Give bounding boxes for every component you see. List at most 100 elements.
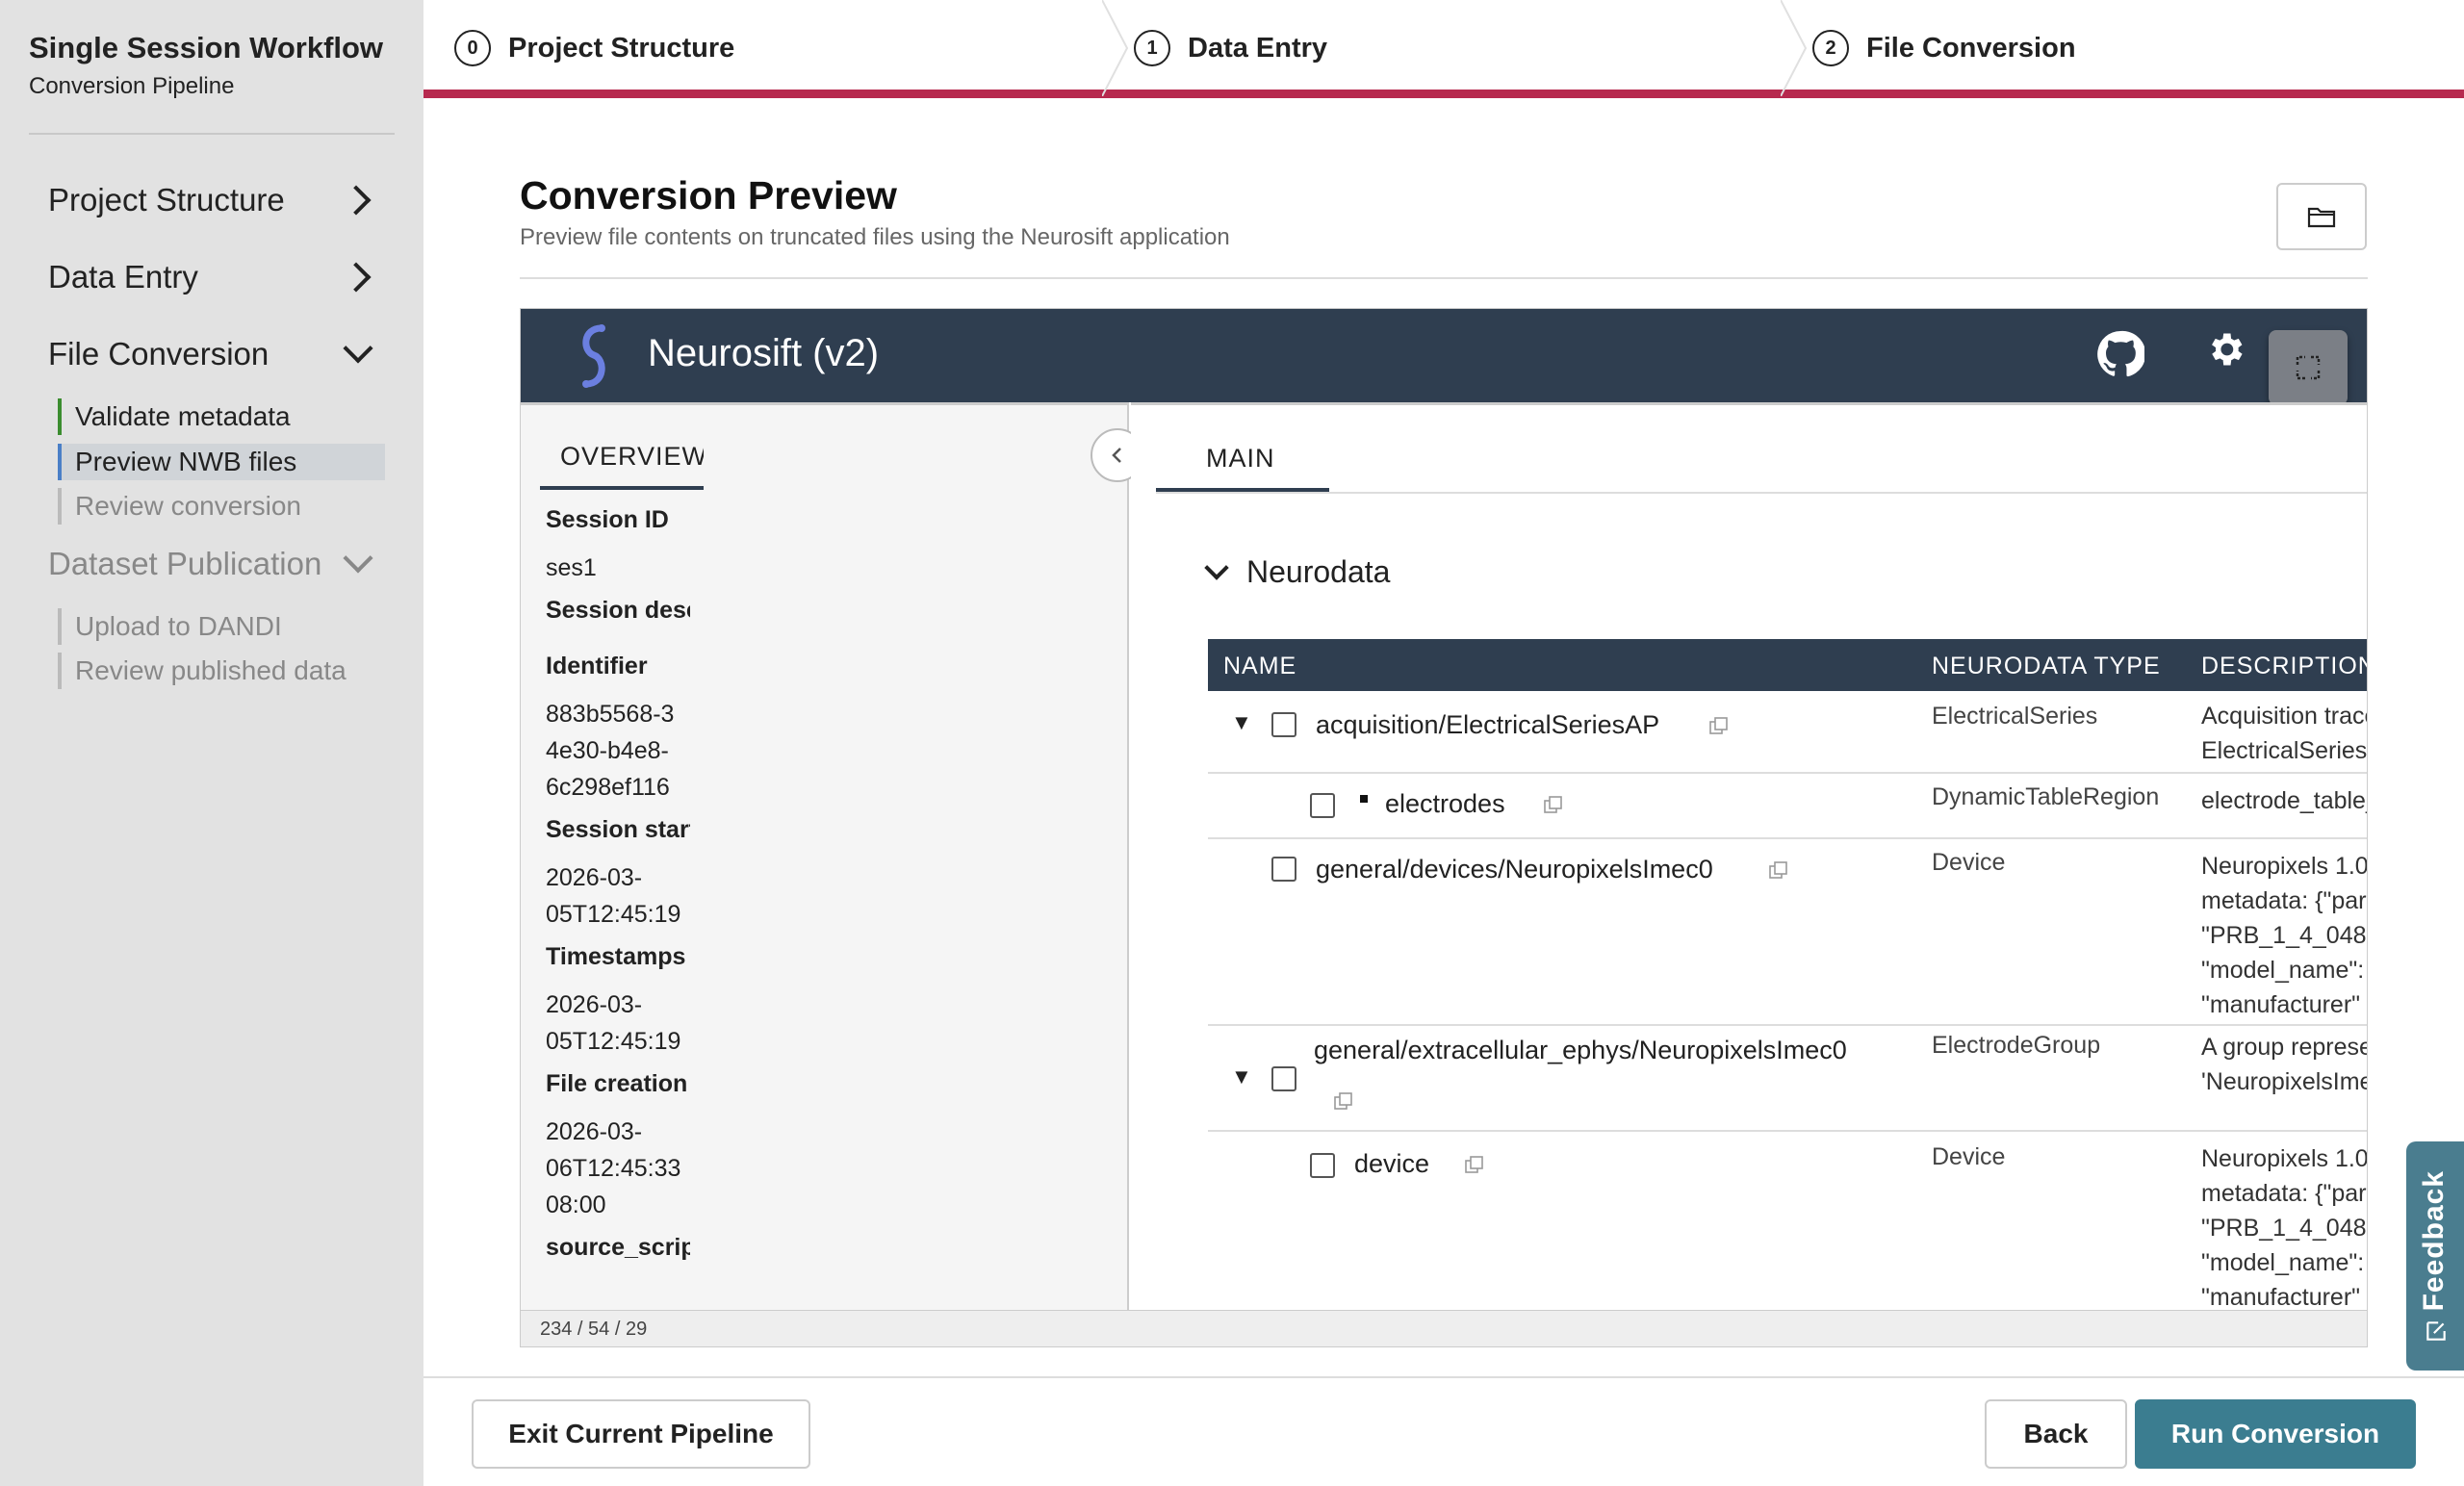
step-data-entry[interactable]: 1 Data Entry — [1134, 0, 1327, 96]
expand-triangle-icon[interactable]: ▼ — [1231, 710, 1252, 735]
sidebar-subitem-review-conversion[interactable]: Review conversion — [58, 488, 385, 525]
column-header-description: DESCRIPTION — [2201, 653, 2368, 679]
overview-value: 08:00 — [546, 1191, 606, 1218]
table-row[interactable]: device Device Neuropixels 1.0 metadata: … — [1208, 1132, 2368, 1324]
sidebar-item-label: File Conversion — [48, 336, 270, 372]
copy-icon[interactable] — [1708, 716, 1730, 737]
feedback-label: Feedback — [2418, 1170, 2450, 1312]
edit-icon — [2426, 1321, 2446, 1341]
overview-label: Timestamps — [546, 943, 686, 970]
copy-icon[interactable] — [1333, 1091, 1354, 1113]
overview-value: 6c298ef116 — [546, 774, 670, 801]
copy-icon[interactable] — [1768, 860, 1789, 882]
overview-value: 05T12:45:19 — [546, 901, 681, 928]
table-row[interactable]: general/devices/NeuropixelsImec0 Device … — [1208, 839, 2368, 1026]
sidebar-item-file-conversion[interactable]: File Conversion — [48, 325, 380, 383]
chevron-down-icon — [1204, 554, 1229, 580]
sidebar-subitem-upload-dandi[interactable]: Upload to DANDI — [58, 608, 385, 645]
neurosift-header: Neurosift (v2) — [521, 309, 2367, 405]
table-row[interactable]: ▼ general/extracellular_ephys/Neuropixel… — [1208, 1026, 2367, 1132]
table-row[interactable]: ▼ acquisition/ElectricalSeriesAP Electri… — [1208, 691, 2367, 774]
row-type: Device — [1932, 849, 2006, 876]
row-checkbox[interactable] — [1271, 857, 1296, 882]
footer: Exit Current Pipeline Back Run Conversio… — [424, 1376, 2464, 1486]
overview-value: 2026-03- — [546, 864, 643, 891]
row-checkbox[interactable] — [1310, 793, 1335, 818]
row-checkbox[interactable] — [1271, 1066, 1296, 1091]
description-line: "PRB_1_4_0480 — [2201, 922, 2368, 949]
page-subtitle: Preview file contents on truncated files… — [520, 224, 1230, 250]
sidebar-item-label: Data Entry — [48, 259, 198, 295]
tab-divider — [1156, 492, 2367, 494]
back-button[interactable]: Back — [1985, 1399, 2127, 1469]
bullet-icon — [1360, 795, 1368, 803]
step-label: File Conversion — [1866, 32, 2076, 64]
copy-icon[interactable] — [1464, 1155, 1485, 1176]
description-line: 'NeuropixelsImec0' — [2201, 1068, 2367, 1095]
overview-value: 883b5568-3 — [546, 701, 675, 728]
row-name: general/extracellular_ephys/NeuropixelsI… — [1314, 1036, 1847, 1064]
sidebar-item-project-structure[interactable]: Project Structure — [48, 171, 380, 229]
row-name: electrodes — [1385, 789, 1505, 818]
description-line: metadata: {"part — [2201, 887, 2368, 914]
sidebar: Single Session Workflow Conversion Pipel… — [0, 0, 424, 1486]
run-conversion-button[interactable]: Run Conversion — [2135, 1399, 2416, 1469]
fullscreen-icon — [2296, 355, 2321, 380]
expand-triangle-icon[interactable]: ▼ — [1231, 1064, 1252, 1089]
neurodata-heading: Neurodata — [1246, 554, 1391, 589]
neurodata-toggle[interactable]: Neurodata — [1204, 554, 1391, 590]
gear-icon[interactable] — [2204, 328, 2246, 371]
feedback-tab[interactable]: Feedback — [2406, 1141, 2464, 1371]
tab-overview[interactable]: OVERVIEW — [540, 442, 704, 490]
sidebar-item-dataset-publication[interactable]: Dataset Publication — [48, 535, 380, 593]
github-icon[interactable] — [2096, 330, 2144, 378]
overview-value: 2026-03- — [546, 991, 643, 1018]
table-header: NAME NEURODATA TYPE DESCRIPTION — [1208, 639, 2368, 691]
sidebar-item-data-entry[interactable]: Data Entry — [48, 248, 380, 306]
step-project-structure[interactable]: 0 Project Structure — [454, 0, 734, 96]
chevron-right-icon — [341, 185, 372, 216]
step-label: Data Entry — [1188, 32, 1328, 64]
overview-label: source_script — [546, 1234, 690, 1261]
overview-value: 05T12:45:19 — [546, 1028, 681, 1055]
page-title: Conversion Preview — [520, 173, 897, 218]
exit-pipeline-button[interactable]: Exit Current Pipeline — [472, 1399, 810, 1469]
description-line: "manufacturer" — [2201, 991, 2361, 1018]
row-description: Neuropixels 1.0 metadata: {"part "PRB_1_… — [2201, 849, 2368, 1022]
row-name: acquisition/ElectricalSeriesAP — [1316, 710, 1660, 739]
description-line: "model_name": — [2201, 957, 2365, 984]
header-divider — [520, 277, 2368, 279]
stepper-bar: 0 Project Structure 1 Data Entry 2 File … — [424, 0, 2464, 98]
neurosift-logo-icon — [582, 324, 605, 388]
copy-icon[interactable] — [1543, 795, 1564, 816]
neurosift-title: Neurosift (v2) — [648, 332, 880, 374]
overview-label: Session description — [546, 597, 690, 624]
sidebar-item-label: Project Structure — [48, 182, 285, 218]
chevron-left-icon — [1112, 448, 1121, 463]
open-folder-button[interactable] — [2276, 183, 2367, 250]
overview-label: Identifier — [546, 653, 648, 679]
sidebar-subitem-review-published[interactable]: Review published data — [58, 653, 385, 689]
sidebar-item-label: Dataset Publication — [48, 546, 322, 581]
row-checkbox[interactable] — [1271, 712, 1296, 737]
chevron-down-icon — [343, 333, 373, 364]
row-type: Device — [1932, 1143, 2006, 1170]
row-type: DynamicTableRegion — [1932, 783, 2160, 810]
sidebar-subitem-validate-metadata[interactable]: Validate metadata — [58, 398, 385, 435]
neurodata-table: NAME NEURODATA TYPE DESCRIPTION ▼ acquis… — [1208, 639, 2368, 1324]
neurosift-viewer: Neurosift (v2) OVERVIEW Session ID ses1 … — [520, 308, 2368, 1347]
overview-value: 4e30-b4e8- — [546, 737, 669, 764]
row-description: Neuropixels 1.0 metadata: {"part "PRB_1_… — [2201, 1141, 2368, 1315]
row-checkbox[interactable] — [1310, 1153, 1335, 1178]
table-row[interactable]: electrodes DynamicTableRegion electrode_… — [1208, 774, 2367, 839]
tab-main[interactable]: MAIN — [1156, 444, 1329, 492]
fullscreen-button[interactable] — [2269, 330, 2348, 405]
overview-panel: OVERVIEW Session ID ses1 Session descrip… — [521, 402, 1129, 1310]
overview-label: Session start — [546, 816, 690, 843]
description-line: A group representing — [2201, 1034, 2367, 1061]
row-description: electrode_table_region — [2201, 783, 2367, 818]
step-file-conversion[interactable]: 2 File Conversion — [1812, 0, 2076, 96]
description-line: "PRB_1_4_0480 — [2201, 1215, 2368, 1242]
sidebar-subitem-preview-nwb[interactable]: Preview NWB files — [58, 444, 385, 480]
sidebar-divider — [29, 133, 395, 135]
